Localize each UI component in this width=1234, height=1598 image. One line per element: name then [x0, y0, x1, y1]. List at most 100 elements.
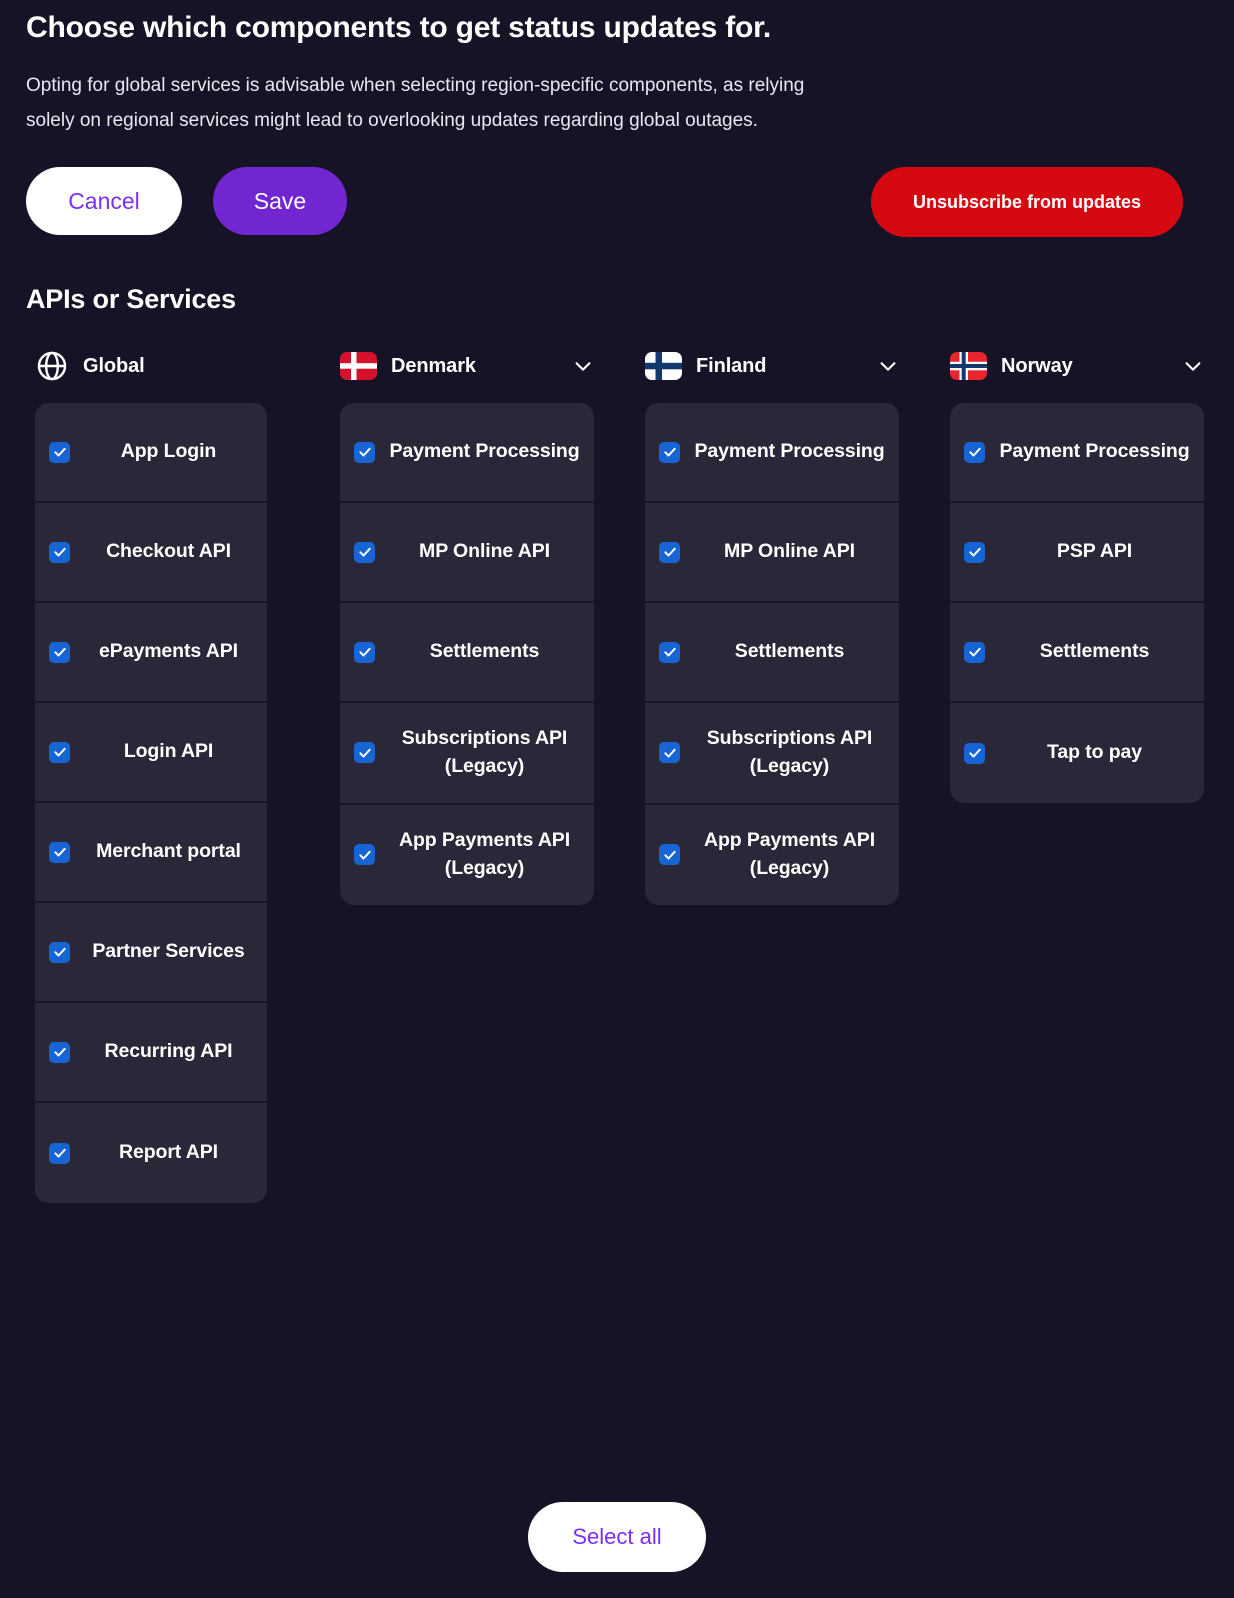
service-label: Report API	[118, 1141, 219, 1164]
page-title: Choose which components to get status up…	[26, 11, 772, 44]
checkbox-checked-icon[interactable]	[964, 541, 985, 563]
service-row[interactable]: App Payments API (Legacy)	[340, 805, 594, 905]
service-columns: Global App Login Checkout API ePayments API…	[26, 345, 1208, 1204]
checkbox-checked-icon[interactable]	[49, 941, 70, 963]
service-label: Merchant portal	[96, 840, 241, 863]
service-column-finland: Finland Payment Processing MP Online API Se…	[636, 345, 941, 905]
section-title-apis-or-services: APIs or Services	[26, 284, 236, 315]
checkbox-checked-icon[interactable]	[659, 541, 680, 563]
checkbox-checked-icon[interactable]	[659, 641, 680, 663]
checkbox-checked-icon[interactable]	[49, 441, 70, 463]
service-label: PSP API	[1056, 540, 1133, 563]
service-row[interactable]: ePayments API	[35, 603, 267, 704]
service-label: Checkout API	[106, 540, 231, 563]
service-row[interactable]: Partner Services	[35, 903, 267, 1004]
column-header-global: Global	[26, 345, 331, 387]
service-label: Settlements	[429, 640, 540, 663]
checkbox-checked-icon[interactable]	[354, 742, 375, 764]
column-title: Finland	[696, 354, 767, 377]
checkbox-checked-icon[interactable]	[964, 742, 985, 764]
service-label: Payment Processing	[694, 440, 885, 463]
column-title: Denmark	[391, 354, 476, 377]
service-row[interactable]: Recurring API	[35, 1003, 267, 1104]
select-all-button[interactable]: Select all	[528, 1502, 706, 1572]
checkbox-checked-icon[interactable]	[354, 541, 375, 563]
column-title: Global	[83, 354, 145, 377]
service-row[interactable]: App Login	[35, 403, 267, 504]
service-row[interactable]: Login API	[35, 703, 267, 804]
checkbox-checked-icon[interactable]	[49, 741, 70, 763]
checkbox-checked-icon[interactable]	[659, 441, 680, 463]
column-title: Norway	[1001, 354, 1073, 377]
service-list-finland: Payment Processing MP Online API Settlemen…	[645, 403, 899, 905]
column-header-denmark[interactable]: Denmark	[331, 345, 636, 387]
service-row[interactable]: App Payments API (Legacy)	[645, 805, 899, 905]
service-row[interactable]: Settlements	[645, 603, 899, 704]
service-row[interactable]: MP Online API	[645, 503, 899, 604]
service-row[interactable]: Payment Processing	[950, 403, 1204, 504]
flag-finland-icon	[645, 352, 682, 381]
checkbox-checked-icon[interactable]	[49, 1041, 70, 1063]
checkbox-checked-icon[interactable]	[49, 841, 70, 863]
service-row[interactable]: Checkout API	[35, 503, 267, 604]
service-label: Partner Services	[92, 940, 245, 963]
flag-norway-icon	[950, 352, 987, 381]
unsubscribe-from-updates-button[interactable]: Unsubscribe from updates	[870, 167, 1183, 238]
chevron-down-icon[interactable]	[572, 355, 594, 377]
action-button-row: Cancel Save Unsubscribe from updates	[26, 164, 1208, 238]
service-row[interactable]: Tap to pay	[950, 703, 1204, 803]
service-row[interactable]: Subscriptions API (Legacy)	[340, 703, 594, 805]
service-list-denmark: Payment Processing MP Online API Settlemen…	[340, 403, 594, 905]
service-row[interactable]: MP Online API	[340, 503, 594, 604]
service-label: App Login	[120, 440, 217, 463]
chevron-down-icon[interactable]	[1182, 355, 1204, 377]
globe-icon	[35, 349, 69, 383]
service-column-norway: Norway Payment Processing PSP API Settlemen…	[941, 345, 1234, 804]
checkbox-checked-icon[interactable]	[964, 641, 985, 663]
checkbox-checked-icon[interactable]	[354, 441, 375, 463]
service-column-global: Global App Login Checkout API ePayments API…	[26, 345, 331, 1204]
subscription-preferences-page: Choose which components to get status up…	[0, 0, 1234, 1598]
checkbox-checked-icon[interactable]	[354, 844, 375, 866]
service-row[interactable]: Report API	[35, 1103, 267, 1203]
service-label: Subscriptions API (Legacy)	[401, 727, 568, 777]
service-list-global: App Login Checkout API ePayments API Login …	[35, 403, 267, 1204]
service-label: App Payments API (Legacy)	[703, 828, 876, 879]
service-label: Payment Processing	[999, 440, 1190, 463]
service-column-denmark: Denmark Payment Processing MP Online API Se…	[331, 345, 636, 905]
service-label: Settlements	[1039, 640, 1150, 663]
chevron-down-icon[interactable]	[877, 355, 899, 377]
service-row[interactable]: Subscriptions API (Legacy)	[645, 703, 899, 805]
checkbox-checked-icon[interactable]	[659, 844, 680, 866]
service-label: MP Online API	[419, 540, 550, 563]
service-label: Payment Processing	[389, 440, 580, 463]
service-label: Login API	[123, 740, 214, 763]
column-header-finland[interactable]: Finland	[636, 345, 941, 387]
checkbox-checked-icon[interactable]	[659, 742, 680, 764]
service-list-norway: Payment Processing PSP API Settlements Tap …	[950, 403, 1204, 804]
checkbox-checked-icon[interactable]	[354, 641, 375, 663]
checkbox-checked-icon[interactable]	[49, 641, 70, 663]
select-all-container: Select all	[0, 1502, 1234, 1572]
service-row[interactable]: Settlements	[950, 603, 1204, 704]
service-label: MP Online API	[724, 540, 855, 563]
service-row[interactable]: Payment Processing	[645, 403, 899, 504]
page-description: Opting for global services is advisable …	[26, 75, 805, 132]
save-button[interactable]: Save	[213, 167, 347, 236]
service-label: Recurring API	[104, 1040, 233, 1063]
service-row[interactable]: Payment Processing	[340, 403, 594, 504]
column-header-norway[interactable]: Norway	[941, 345, 1234, 387]
service-label: Subscriptions API (Legacy)	[706, 727, 873, 777]
flag-denmark-icon	[340, 352, 377, 381]
service-row[interactable]: Merchant portal	[35, 803, 267, 904]
service-label: Tap to pay	[1046, 741, 1143, 764]
checkbox-checked-icon[interactable]	[964, 441, 985, 463]
service-label: ePayments API	[99, 640, 238, 663]
service-label: Settlements	[734, 640, 845, 663]
service-row[interactable]: Settlements	[340, 603, 594, 704]
cancel-button[interactable]: Cancel	[26, 167, 182, 236]
checkbox-checked-icon[interactable]	[49, 1142, 70, 1164]
checkbox-checked-icon[interactable]	[49, 541, 70, 563]
service-row[interactable]: PSP API	[950, 503, 1204, 604]
service-label: App Payments API (Legacy)	[398, 828, 571, 879]
